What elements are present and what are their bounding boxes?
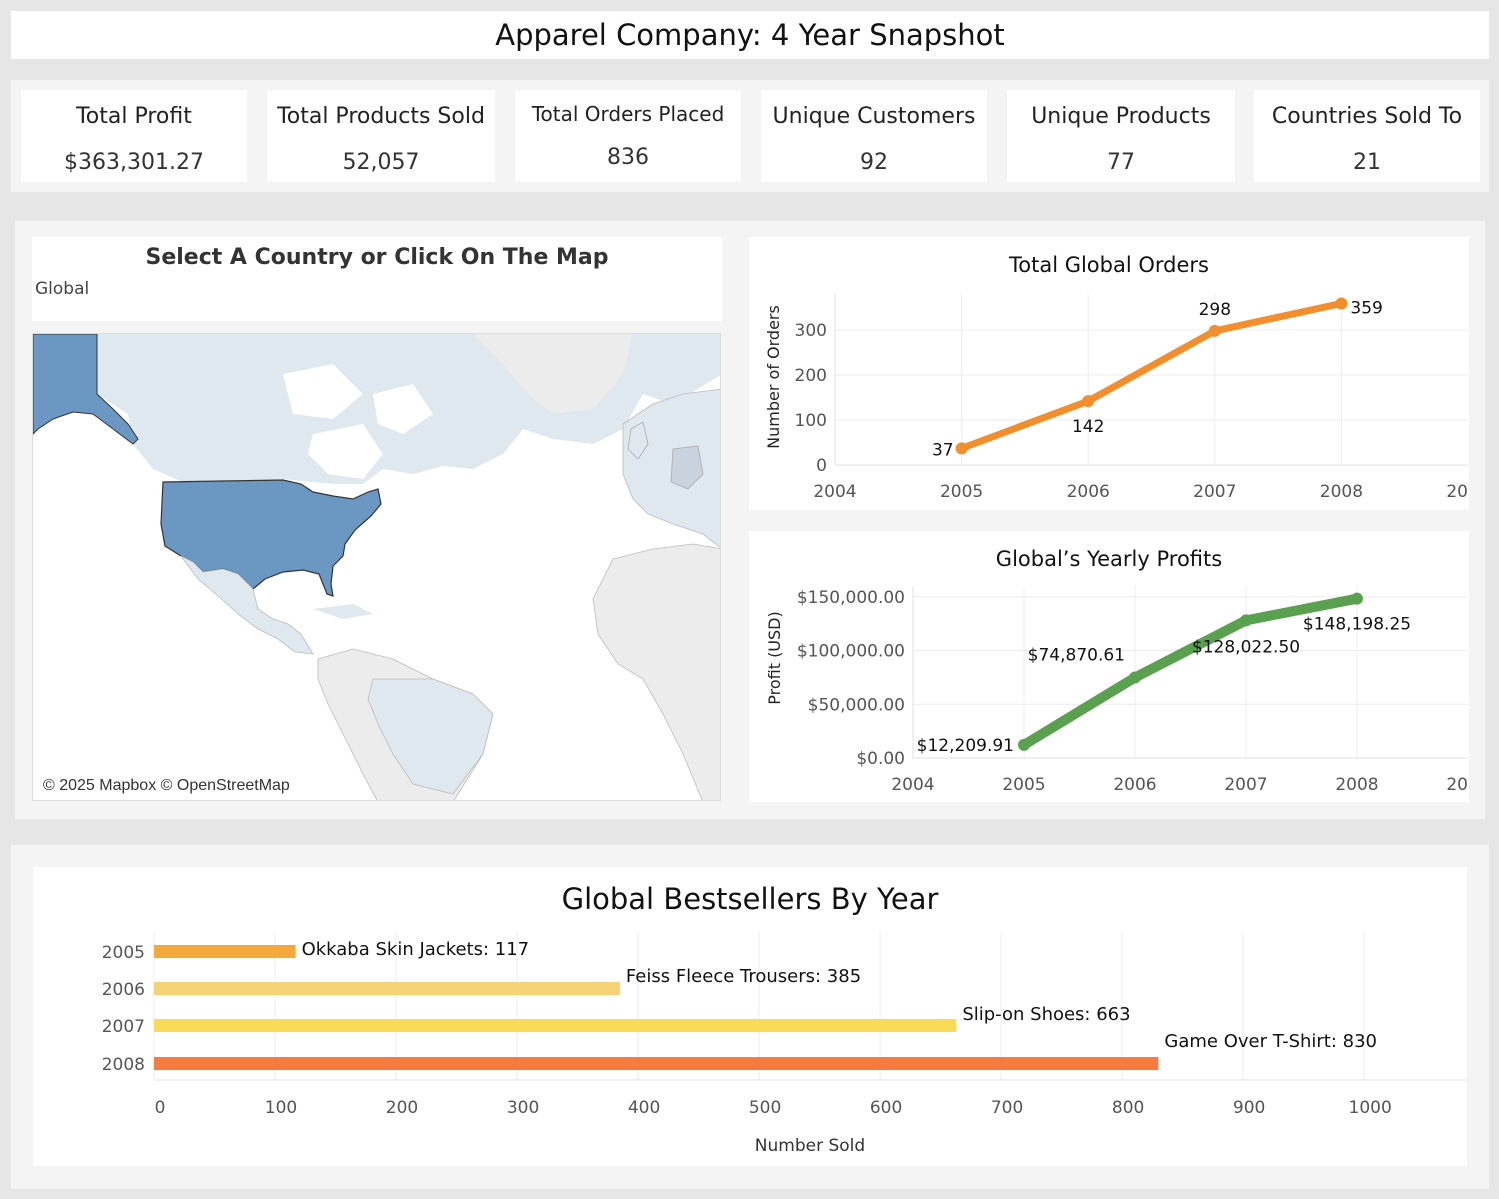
data-label: $128,022.50: [1192, 637, 1300, 657]
kpi-label: Total Orders Placed: [531, 102, 725, 126]
chart-title: Global Bestsellers By Year: [562, 882, 939, 916]
y-tick-label: 200: [795, 366, 827, 386]
profit-line-chart[interactable]: Global’s Yearly Profits Profit (USD) 200…: [749, 531, 1490, 802]
world-map[interactable]: © 2025 Mapbox © OpenStreetMap: [32, 333, 721, 801]
orders-line-chart[interactable]: Total Global Orders Number of Orders 200…: [749, 237, 1490, 510]
x-tick-label: 2007: [1193, 482, 1236, 502]
profit-chart-card: Global’s Yearly Profits Profit (USD) 200…: [749, 531, 1490, 802]
bar[interactable]: [154, 945, 296, 958]
kpi-value: 52,057: [342, 150, 420, 175]
map-title: Select A Country or Click On The Map: [145, 245, 609, 270]
y-tick-label: 0: [816, 456, 827, 476]
y-tick-label: 300: [795, 321, 827, 341]
chart-ylabel: Profit (USD): [765, 611, 784, 705]
x-tick-label: 2007: [1224, 775, 1267, 795]
data-point[interactable]: [1351, 592, 1363, 605]
x-tick-label: 400: [628, 1098, 660, 1118]
x-tick-label: 2008: [1335, 775, 1378, 795]
kpi-value: 836: [607, 145, 649, 170]
data-point[interactable]: [1129, 671, 1141, 684]
kpi-total-profit[interactable]: Total Profit $363,301.27: [21, 90, 247, 182]
data-point[interactable]: [1335, 297, 1348, 310]
y-tick-label: 100: [795, 411, 827, 431]
y-tick-label: 2005: [102, 943, 145, 963]
bar-label: Feiss Fleece Trousers: 385: [626, 966, 861, 987]
kpi-label: Total Profit: [76, 104, 192, 129]
kpi-total-orders-placed[interactable]: Total Orders Placed 836: [515, 90, 741, 182]
y-tick-label: $150,000.00: [797, 588, 905, 608]
x-tick-label: 900: [1233, 1098, 1265, 1118]
chart-ylabel: Number of Orders: [764, 305, 783, 449]
x-tick-label: 2006: [1067, 482, 1110, 502]
x-tick-label: 200: [386, 1098, 418, 1118]
y-tick-label: $0.00: [856, 749, 905, 769]
data-label: 359: [1350, 298, 1382, 318]
y-tick-label: 2007: [102, 1017, 145, 1037]
kpi-value: 92: [860, 150, 888, 175]
kpi-countries-sold-to[interactable]: Countries Sold To 21: [1254, 90, 1480, 182]
x-tick-label: 500: [749, 1098, 781, 1118]
kpi-unique-products[interactable]: Unique Products 77: [1007, 90, 1235, 182]
x-tick-label: 2006: [1113, 775, 1156, 795]
y-tick-label: $50,000.00: [808, 695, 905, 715]
x-tick-label: 1000: [1349, 1098, 1392, 1118]
kpi-unique-customers[interactable]: Unique Customers 92: [761, 90, 987, 182]
kpi-value: 77: [1107, 150, 1135, 175]
kpi-total-products-sold[interactable]: Total Products Sold 52,057: [267, 90, 495, 182]
series-line: [958, 299, 1345, 452]
y-tick-label: $100,000.00: [797, 642, 905, 662]
data-label: $148,198.25: [1303, 615, 1411, 635]
x-tick-label: 2004: [813, 482, 856, 502]
data-label: 298: [1199, 300, 1231, 320]
data-point[interactable]: [955, 442, 968, 455]
chart-title: Total Global Orders: [1008, 253, 1209, 277]
dashboard-title-bar: Apparel Company: 4 Year Snapshot: [11, 11, 1489, 59]
kpi-value: $363,301.27: [64, 150, 204, 175]
data-label: 142: [1072, 417, 1104, 437]
bar[interactable]: [154, 1019, 957, 1032]
map-attribution: © 2025 Mapbox © OpenStreetMap: [39, 776, 294, 796]
bar-label: Game Over T-Shirt: 830: [1164, 1031, 1377, 1052]
x-tick-label: 600: [870, 1098, 902, 1118]
bestsellers-chart-card: Global Bestsellers By Year Number Sold 0…: [33, 867, 1467, 1166]
x-tick-label: 300: [507, 1098, 539, 1118]
chart-xlabel: Number Sold: [755, 1136, 865, 1156]
y-tick-label: 2008: [102, 1055, 145, 1075]
data-point[interactable]: [1018, 738, 1030, 751]
country-selector[interactable]: Global: [35, 279, 89, 299]
map-canvas[interactable]: [33, 334, 721, 801]
x-tick-label: 2005: [940, 482, 983, 502]
data-point[interactable]: [1240, 614, 1252, 627]
x-tick-label: 100: [265, 1098, 297, 1118]
bar[interactable]: [154, 982, 620, 995]
x-tick-label: 2005: [1002, 775, 1045, 795]
data-point[interactable]: [1082, 395, 1095, 408]
x-tick-label: 2009: [1446, 482, 1469, 502]
x-tick-label: 2004: [891, 775, 934, 795]
kpi-label: Total Products Sold: [277, 104, 485, 129]
dashboard-title: Apparel Company: 4 Year Snapshot: [495, 18, 1005, 52]
kpi-strip: Total Profit $363,301.27 Total Products …: [11, 80, 1489, 192]
bar-label: Slip-on Shoes: 663: [962, 1004, 1130, 1025]
x-tick-label: 2009: [1446, 775, 1469, 795]
x-tick-label: 800: [1112, 1098, 1144, 1118]
bestsellers-bar-chart[interactable]: Global Bestsellers By Year Number Sold 0…: [33, 867, 1467, 1166]
x-tick-label: 0: [155, 1098, 166, 1118]
kpi-label: Countries Sold To: [1271, 104, 1463, 129]
data-label: $74,870.61: [1028, 646, 1125, 666]
x-tick-label: 700: [991, 1098, 1023, 1118]
x-tick-label: 2008: [1320, 482, 1363, 502]
orders-chart-card: Total Global Orders Number of Orders 200…: [749, 237, 1490, 510]
bar[interactable]: [154, 1057, 1159, 1070]
data-label: 37: [932, 440, 954, 460]
bar-label: Okkaba Skin Jackets: 117: [302, 939, 530, 960]
data-point[interactable]: [1208, 324, 1221, 337]
chart-title: Global’s Yearly Profits: [996, 547, 1222, 571]
kpi-label: Unique Customers: [772, 104, 976, 129]
data-label: $12,209.91: [917, 736, 1014, 756]
kpi-value: 21: [1353, 150, 1381, 175]
kpi-label: Unique Products: [1031, 104, 1211, 129]
map-header: Select A Country or Click On The Map Glo…: [32, 237, 722, 321]
y-tick-label: 2006: [102, 980, 145, 1000]
